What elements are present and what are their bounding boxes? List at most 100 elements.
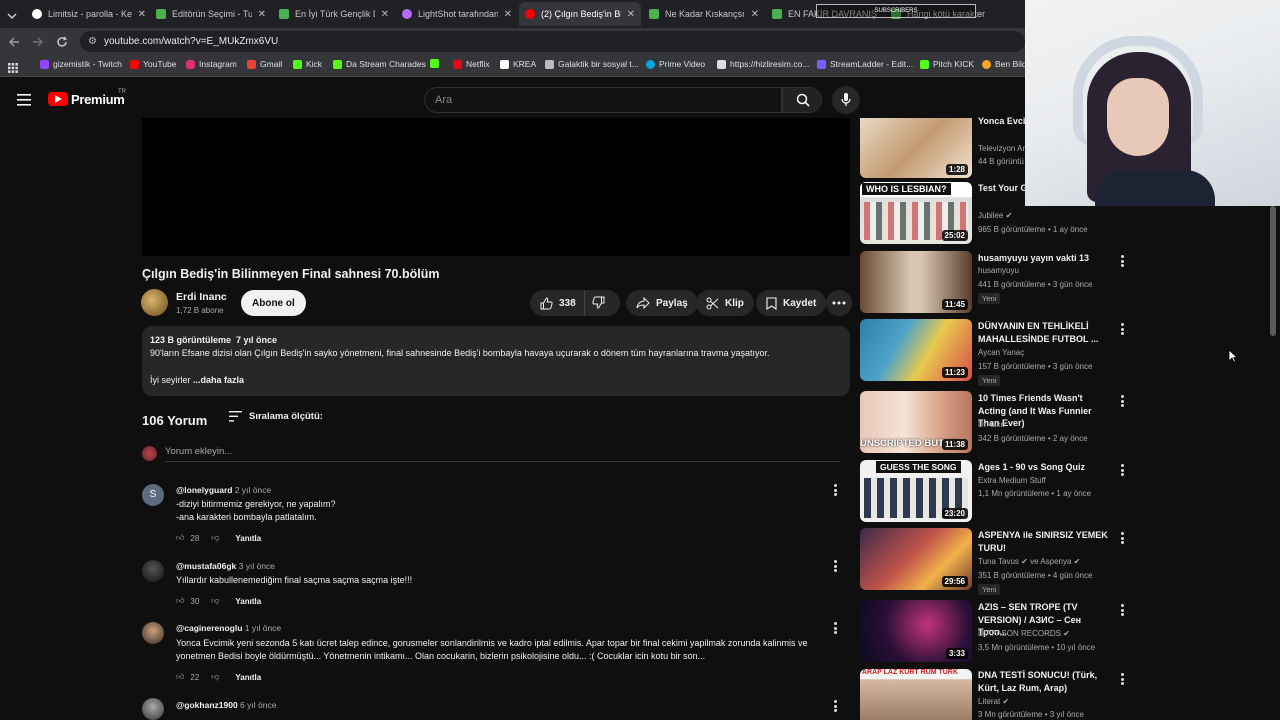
thumbs-down-icon[interactable]: 👎︎ [211,596,219,606]
video-thumbnail[interactable]: 3:33 [860,600,972,662]
search-button[interactable] [782,87,822,113]
apps-grid-icon[interactable] [8,60,18,78]
bookmark-hizliresim[interactable]: https://hizliresim.co... [717,59,809,69]
tab-5[interactable]: Ne Kadar Kıskançsın ✕ [643,2,765,26]
video-thumbnail[interactable]: 1:28 [860,118,972,178]
tab-1[interactable]: Editörün Seçimi - Tur ✕ [150,2,272,26]
related-video[interactable]: 11:45 husamyuyu yayın vakti 13 husamyuyu… [860,251,1135,313]
bookmark-galaktik[interactable]: Galaktik bir sosyal t... [545,59,639,69]
close-tab-icon[interactable]: ✕ [504,9,512,20]
related-channel[interactable]: Literat ✔ [978,697,1009,706]
more-actions-button[interactable] [826,290,852,316]
comment-author[interactable]: @caginerenoglu 1 yıl önce [176,623,281,633]
close-tab-icon[interactable]: ✕ [627,9,635,20]
save-button[interactable]: Kaydet [756,290,827,316]
bookmark-gmail[interactable]: Gmail [247,59,282,69]
related-menu-icon[interactable] [1121,395,1125,407]
related-menu-icon[interactable] [1121,532,1125,544]
comment-avatar[interactable] [142,698,164,720]
related-menu-icon[interactable] [1121,604,1125,616]
close-tab-icon[interactable]: ✕ [751,9,759,20]
comment-avatar[interactable] [142,622,164,644]
forward-icon[interactable] [32,35,44,53]
thumbs-down-icon[interactable]: 👎︎ [211,533,219,543]
thumbs-up-icon[interactable]: 👍︎ [176,596,184,606]
dislike-button[interactable] [592,296,605,312]
share-button[interactable]: Paylaş [626,290,698,316]
video-thumbnail[interactable]: 11:23 [860,319,972,381]
reply-button[interactable]: Yanıtla [235,673,261,682]
comment-author[interactable]: @lonelyguard 2 yıl önce [176,485,271,495]
related-video[interactable]: 11:23 DÜNYANIN EN TEHLİKELİ MAHALLESİNDE… [860,319,1135,386]
channel-avatar[interactable] [141,289,168,316]
search-input[interactable]: Ara [424,87,782,113]
menu-icon[interactable] [17,93,31,111]
video-thumbnail[interactable]: 29:56 [860,528,972,590]
bookmark-netflix[interactable]: Netflix [453,59,490,69]
thumbs-down-icon[interactable]: 👎︎ [211,672,219,682]
site-info-icon[interactable]: ⚙ [88,31,97,52]
close-tab-icon[interactable]: ✕ [258,9,266,20]
thumbs-up-icon[interactable]: 👍︎ [176,672,184,682]
bookmark-krea[interactable]: KREA [500,59,536,69]
channel-name[interactable]: Erdi Inanc [176,291,227,303]
close-tab-icon[interactable]: ✕ [138,9,146,20]
related-video[interactable]: 3:33 AZIS – SEN TROPE (TV VERSION) / АЗИ… [860,600,1135,662]
related-video[interactable]: 29:56 ASPENYA ile SINIRSIZ YEMEK TURU! T… [860,528,1135,595]
video-thumbnail[interactable]: GUESS THE SONG 23:20 [860,460,972,522]
bookmark-charades[interactable]: Da Stream Charades [333,59,426,69]
related-menu-icon[interactable] [1121,323,1125,335]
url-field[interactable]: ⚙ youtube.com/watch?v=E_MUkZmx6VU [80,31,1025,52]
video-thumbnail[interactable]: UNSCRIPTED BUT PE 11:38 [860,391,972,453]
comment-avatar[interactable] [142,560,164,582]
related-channel[interactable]: Extra Medium Stuff [978,476,1046,485]
like-button[interactable]: 338 [530,290,585,316]
related-channel[interactable]: husamyuyu [978,266,1019,275]
comment-author[interactable]: @gokhanz1900 6 yıl önce [176,700,276,710]
youtube-logo-icon[interactable] [48,92,68,106]
bookmark-prime[interactable]: Prime Video [646,59,705,69]
related-channel[interactable]: Tuna Tavus ✔ ve Aspenya ✔ [978,557,1080,566]
video-thumbnail[interactable]: 11:45 [860,251,972,313]
page-scrollbar[interactable] [1270,206,1276,336]
related-channel[interactable]: Dr. Liko [978,420,1005,429]
comment-menu-icon[interactable] [834,622,838,634]
related-menu-icon[interactable] [1121,464,1125,476]
reply-button[interactable]: Yanıtla [235,597,261,606]
bookmark-pitch-kick[interactable]: Pitch KICK [920,59,974,69]
add-comment-input[interactable]: Yorum ekleyin... [165,446,840,462]
bookmark-streamladder[interactable]: StreamLadder - Edit... [817,59,913,69]
tab-3[interactable]: LightShot tarafından ✕ [396,2,518,26]
voice-search-button[interactable] [832,86,860,114]
comment-menu-icon[interactable] [834,484,838,496]
related-video[interactable]: GUESS THE SONG 23:20 Ages 1 - 90 vs Song… [860,460,1135,522]
related-channel[interactable]: Aycan Yanaç [978,348,1024,357]
sort-button[interactable]: Sıralama ölçütü: [229,411,323,422]
related-channel[interactable]: DIAPASON RECORDS ✔ [978,629,1070,638]
video-thumbnail[interactable]: ARAP LAZ KÜRT RUM TÜRK [860,669,972,720]
close-tab-icon[interactable]: ✕ [381,9,389,20]
tab-4-active[interactable]: (2) Çılgın Bediş'in Bil ✕ [519,2,641,26]
tab-search-icon[interactable] [6,8,20,20]
related-channel[interactable]: Jubilee ✔ [978,211,1012,220]
back-icon[interactable] [8,35,20,53]
show-more-link[interactable]: ...daha fazla [193,375,244,385]
bookmark-ben-bildi[interactable]: Ben Bildi [982,59,1029,69]
tab-0[interactable]: Limitsiz - parolla - Ke ✕ [26,2,152,26]
tab-2[interactable]: En İyi Türk Gençlik Di ✕ [273,2,395,26]
reply-button[interactable]: Yanıtla [235,534,261,543]
comment-avatar[interactable]: S [142,484,164,506]
related-video[interactable]: ARAP LAZ KÜRT RUM TÜRK DNA TESTİ SONUCU!… [860,669,1135,720]
video-player[interactable] [142,118,850,256]
comment-menu-icon[interactable] [834,560,838,572]
comment-author[interactable]: @mustafa06gk 3 yıl önce [176,561,275,571]
bookmark-instagram[interactable]: Instagram [186,59,237,69]
reload-icon[interactable] [56,35,68,53]
related-video[interactable]: UNSCRIPTED BUT PE 11:38 10 Times Friends… [860,391,1135,455]
bookmark-twitch[interactable]: gizemistik - Twitch [40,59,122,69]
bookmark-kick-2[interactable] [430,59,443,68]
comment-menu-icon[interactable] [834,700,838,712]
thumbs-up-icon[interactable]: 👍︎ [176,533,184,543]
related-channel[interactable]: Televizyon Ar [978,144,1025,153]
bookmark-kick[interactable]: Kick [293,59,322,69]
